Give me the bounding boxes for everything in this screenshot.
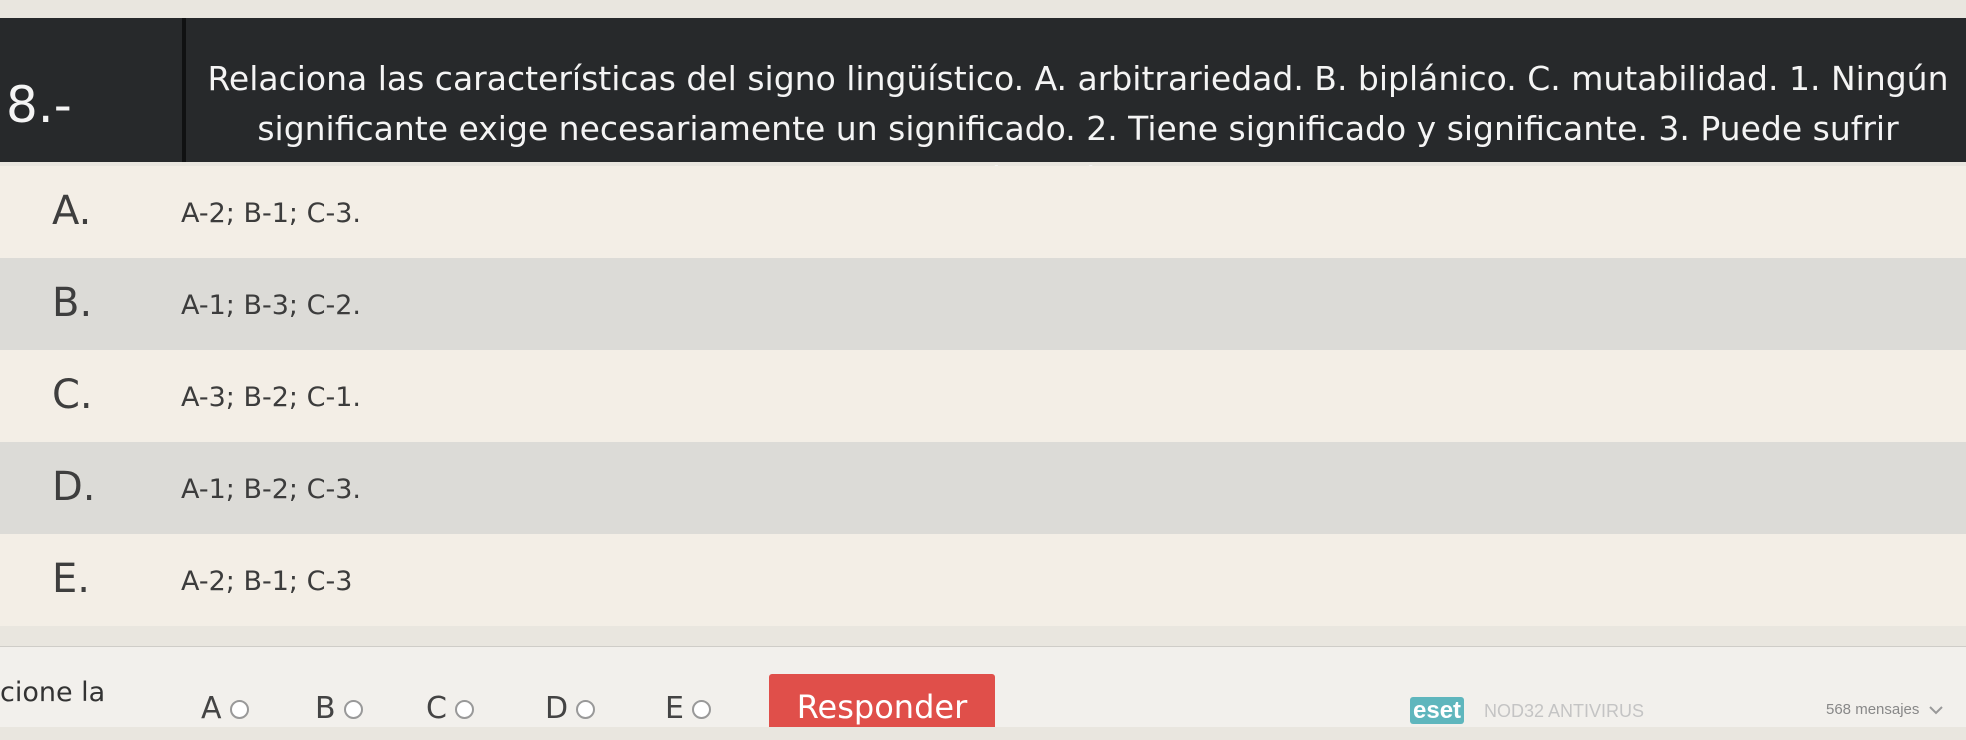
radio-circle-icon[interactable] <box>576 700 596 719</box>
option-text: A-2; B-1; C-3 <box>181 566 353 597</box>
option-letter: B. <box>52 280 93 326</box>
radio-label: C <box>426 691 447 726</box>
radio-label: E <box>665 691 684 726</box>
radio-label: B <box>315 691 336 726</box>
messages-count: 568 mensajes <box>1826 701 1920 718</box>
radio-e[interactable]: E <box>665 691 711 726</box>
radio-circle-icon[interactable] <box>343 700 363 719</box>
option-text: A-2; B-1; C-3. <box>181 198 361 229</box>
option-d[interactable]: D. A-1; B-2; C-3. <box>0 442 1966 534</box>
option-a[interactable]: A. A-2; B-1; C-3. <box>0 166 1966 258</box>
respond-button[interactable]: Responder <box>769 674 995 727</box>
option-text: A-1; B-2; C-3. <box>181 474 361 505</box>
question-header: 8.- Relaciona las características del si… <box>0 18 1966 198</box>
option-c[interactable]: C. A-3; B-2; C-1. <box>0 350 1966 442</box>
option-text: A-1; B-3; C-2. <box>181 290 361 321</box>
option-letter: E. <box>52 556 90 602</box>
option-letter: A. <box>52 188 92 234</box>
option-letter: C. <box>52 372 93 418</box>
header-divider <box>182 18 186 162</box>
radio-circle-icon[interactable] <box>454 700 474 719</box>
radio-label: D <box>545 691 569 726</box>
antivirus-label: NOD32 ANTIVIRUS <box>1484 701 1645 721</box>
eset-logo-text: eset <box>1410 697 1465 724</box>
radio-circle-icon[interactable] <box>229 700 249 719</box>
radio-circle-icon[interactable] <box>691 700 711 719</box>
option-text: A-3; B-2; C-1. <box>181 382 361 413</box>
radio-d[interactable]: D <box>545 691 596 726</box>
radio-b[interactable]: B <box>315 691 363 726</box>
eset-logo: eset <box>1410 697 1465 725</box>
option-b[interactable]: B. A-1; B-3; C-2. <box>0 258 1966 350</box>
answer-footer: cione la A B C D E Responder eset NOD32 … <box>0 646 1966 727</box>
option-e[interactable]: E. A-2; B-1; C-3 <box>0 534 1966 626</box>
footer-hint: cione la <box>0 677 106 708</box>
radio-a[interactable]: A <box>201 691 249 726</box>
question-number: 8.- <box>6 76 72 134</box>
radio-label: A <box>201 691 222 726</box>
chevron-down-icon[interactable] <box>1926 700 1946 720</box>
radio-c[interactable]: C <box>426 691 474 726</box>
option-letter: D. <box>52 464 96 510</box>
answer-options: A. A-2; B-1; C-3. B. A-1; B-3; C-2. C. A… <box>0 166 1966 626</box>
